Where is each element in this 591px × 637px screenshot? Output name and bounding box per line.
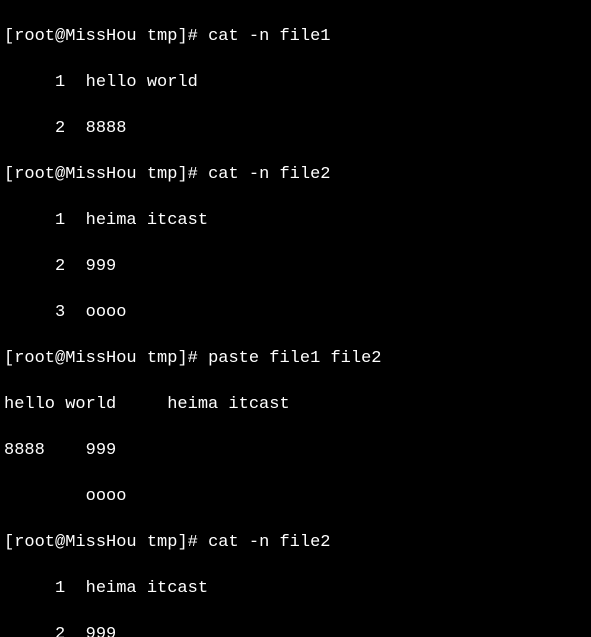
prompt-host: MissHou bbox=[65, 165, 136, 184]
prompt-host: MissHou bbox=[65, 349, 136, 368]
output-line: 1 heima itcast bbox=[4, 577, 587, 600]
output-line: oooo bbox=[4, 485, 587, 508]
prompt-line: [root@MissHou tmp]# cat -n file1 bbox=[4, 25, 587, 48]
prompt-suffix: # bbox=[188, 349, 198, 368]
output-line: 2 999 bbox=[4, 255, 587, 278]
prompt-host: MissHou bbox=[65, 533, 136, 552]
output-line: 1 heima itcast bbox=[4, 209, 587, 232]
output-line: hello world heima itcast bbox=[4, 393, 587, 416]
prompt-user: root bbox=[14, 533, 55, 552]
prompt-line: [root@MissHou tmp]# paste file1 file2 bbox=[4, 347, 587, 370]
prompt-suffix: # bbox=[188, 27, 198, 46]
prompt-line: [root@MissHou tmp]# cat -n file2 bbox=[4, 163, 587, 186]
output-line: 2 8888 bbox=[4, 117, 587, 140]
prompt-user: root bbox=[14, 349, 55, 368]
command-text: cat -n file1 bbox=[208, 27, 330, 46]
prompt-user: root bbox=[14, 27, 55, 46]
prompt-user: root bbox=[14, 165, 55, 184]
output-line: 8888 999 bbox=[4, 439, 587, 462]
prompt-line: [root@MissHou tmp]# cat -n file2 bbox=[4, 531, 587, 554]
command-text: cat -n file2 bbox=[208, 165, 330, 184]
output-line: 2 999 bbox=[4, 623, 587, 637]
prompt-host: MissHou bbox=[65, 27, 136, 46]
command-text: paste file1 file2 bbox=[208, 349, 381, 368]
output-line: 1 hello world bbox=[4, 71, 587, 94]
prompt-cwd: tmp bbox=[147, 349, 178, 368]
command-text: cat -n file2 bbox=[208, 533, 330, 552]
output-line: 3 oooo bbox=[4, 301, 587, 324]
prompt-cwd: tmp bbox=[147, 165, 178, 184]
prompt-cwd: tmp bbox=[147, 533, 178, 552]
prompt-cwd: tmp bbox=[147, 27, 178, 46]
prompt-suffix: # bbox=[188, 533, 198, 552]
prompt-suffix: # bbox=[188, 165, 198, 184]
terminal[interactable]: [root@MissHou tmp]# cat -n file1 1 hello… bbox=[0, 0, 591, 637]
